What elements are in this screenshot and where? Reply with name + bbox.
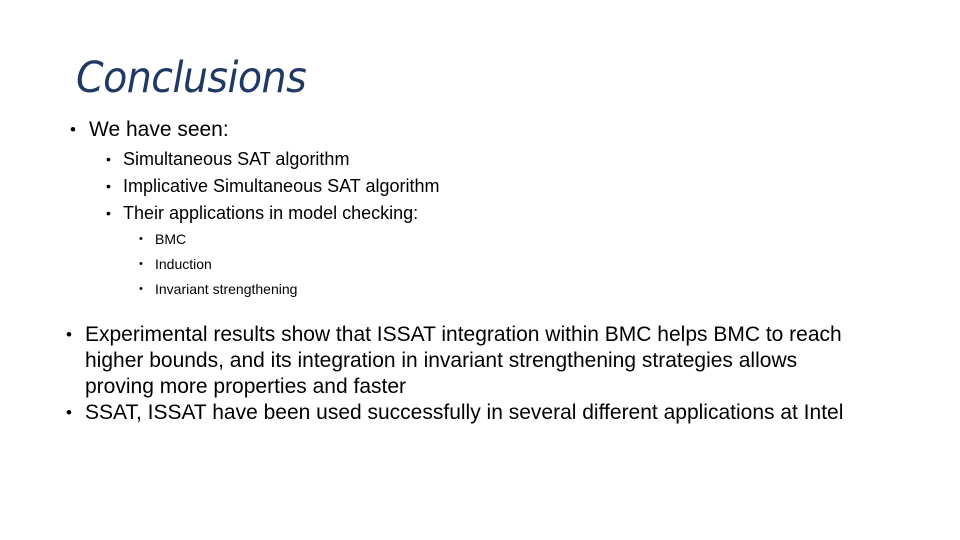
bullet-paragraph-ssat-usage: • SSAT, ISSAT have been used successfull… bbox=[66, 400, 864, 426]
bullet-paragraph-experimental-results: • Experimental results show that ISSAT i… bbox=[66, 322, 864, 400]
bullet-level3-bmc: • BMC bbox=[0, 227, 960, 252]
bullet-group-conclusions-summary: • Experimental results show that ISSAT i… bbox=[0, 322, 960, 426]
bullet-level2-model-checking-applications: • Their applications in model checking: bbox=[0, 200, 960, 227]
presentation-slide: Conclusions • We have seen: • Simultaneo… bbox=[0, 0, 960, 540]
bullet-point-icon: • bbox=[66, 403, 72, 422]
bullet-level1-we-have-seen: • We have seen: bbox=[0, 116, 960, 144]
bullet-level2-label: Implicative Simultaneous SAT algorithm bbox=[123, 176, 440, 196]
bullet-level2-implicative-simultaneous-sat: • Implicative Simultaneous SAT algorithm bbox=[0, 173, 960, 200]
bullet-point-icon: • bbox=[139, 258, 143, 270]
bullet-level3-induction: • Induction bbox=[0, 252, 960, 277]
bullet-point-icon: • bbox=[106, 178, 111, 194]
bullet-group-we-have-seen: • We have seen: • Simultaneous SAT algor… bbox=[0, 116, 960, 302]
bullet-point-icon: • bbox=[106, 151, 111, 167]
bullet-level2-label: Simultaneous SAT algorithm bbox=[123, 149, 350, 169]
bullet-point-icon: • bbox=[70, 120, 76, 139]
bullet-level3-label: BMC bbox=[155, 231, 187, 247]
bullet-paragraph-label: Experimental results show that ISSAT int… bbox=[85, 323, 842, 398]
bullet-level3-label: Invariant strengthening bbox=[155, 281, 298, 297]
bullet-level2-simultaneous-sat: • Simultaneous SAT algorithm bbox=[0, 146, 960, 173]
bullet-level3-label: Induction bbox=[155, 256, 212, 272]
bullet-level2-label: Their applications in model checking: bbox=[123, 203, 419, 223]
bullet-point-icon: • bbox=[66, 325, 72, 344]
bullet-point-icon: • bbox=[106, 205, 111, 221]
bullet-level3-invariant-strengthening: • Invariant strengthening bbox=[0, 277, 960, 302]
page-title: Conclusions bbox=[76, 53, 307, 103]
bullet-point-icon: • bbox=[139, 233, 143, 245]
bullet-point-icon: • bbox=[139, 283, 143, 295]
bullet-paragraph-label: SSAT, ISSAT have been used successfully … bbox=[85, 401, 844, 424]
bullet-level1-label: We have seen: bbox=[89, 118, 229, 141]
slide-body: • We have seen: • Simultaneous SAT algor… bbox=[0, 116, 960, 426]
